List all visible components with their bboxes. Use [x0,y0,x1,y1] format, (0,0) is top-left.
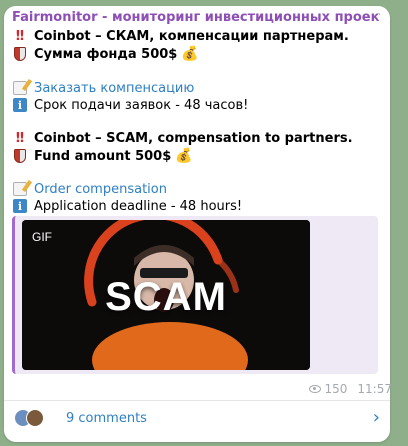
ru-headline: Coinbot – СКАМ, компенсации партнерам. [34,28,349,44]
gif-badge: GIF [32,230,52,244]
info-icon: i [12,198,28,214]
en-link-line: Order compensation [12,181,167,197]
ru-fund-amount: Сумма фонда 500$ [34,46,178,62]
memo-icon [12,181,28,197]
shield-icon [12,46,28,62]
en-fund-amount: Fund amount 500$ [34,148,172,164]
comments-count[interactable]: 9 comments [66,411,147,426]
ru-line-2: Сумма фонда 500$ 💰 [12,46,199,62]
chevron-right-icon[interactable]: › [373,409,380,427]
avatar [26,409,44,427]
ru-link-line: Заказать компенсацию [12,80,194,96]
channel-name[interactable]: Fairmonitor - мониторинг инвестиционных … [12,10,380,25]
en-deadline: Application deadline - 48 hours! [34,198,243,214]
ru-line-1: ‼ Coinbot – СКАМ, компенсации партнерам. [12,28,349,44]
en-order-link[interactable]: Order compensation [34,182,167,197]
double-exclamation-icon: ‼ [15,130,25,146]
shield-icon [12,148,28,164]
comments-bar[interactable]: 9 comments › [4,401,390,435]
memo-icon [12,80,28,96]
ru-order-link[interactable]: Заказать компенсацию [34,81,194,96]
gif-preview[interactable]: GIF SCAM [22,220,310,370]
message-meta: 150 11:57 [308,382,392,396]
en-line-1: ‼ Coinbot – SCAM, compensation to partne… [12,130,353,146]
ru-deadline: Срок подачи заявок - 48 часов! [34,97,249,113]
eye-icon [308,385,321,393]
view-count: 150 [324,382,348,396]
message-time: 11:57 [357,382,392,396]
ru-deadline-line: i Срок подачи заявок - 48 часов! [12,97,248,113]
money-bag-icon: 💰 [175,148,193,164]
double-exclamation-icon: ‼ [15,28,25,44]
en-headline: Coinbot – SCAM, compensation to partners… [34,130,353,146]
gif-caption: SCAM [105,275,227,319]
en-deadline-line: i Application deadline - 48 hours! [12,198,242,214]
en-line-2: Fund amount 500$ 💰 [12,148,193,164]
info-icon: i [12,97,28,113]
money-bag-icon: 💰 [181,46,199,62]
